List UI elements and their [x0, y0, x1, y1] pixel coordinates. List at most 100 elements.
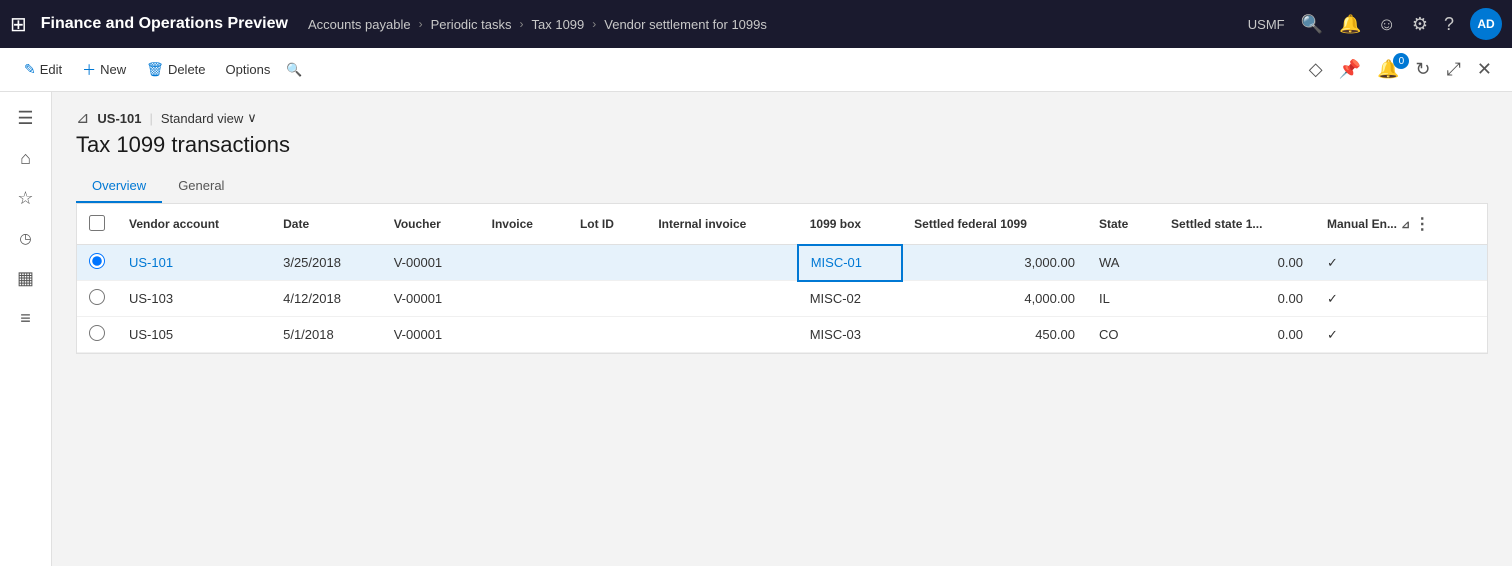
header-checkbox-col	[77, 204, 117, 245]
avatar[interactable]: AD	[1470, 8, 1502, 40]
breadcrumb-periodic-tasks[interactable]: Periodic tasks	[431, 17, 512, 32]
cell-lot_id	[568, 245, 646, 281]
cell-manual_en: ✓	[1315, 245, 1487, 281]
table-header-row: Vendor account Date Voucher Invoice Lot …	[77, 204, 1487, 245]
tabs: Overview General	[76, 170, 1488, 204]
expand-icon[interactable]: ⤢	[1443, 55, 1465, 84]
tab-general[interactable]: General	[162, 170, 240, 203]
edit-label: Edit	[40, 62, 62, 77]
pin-icon[interactable]: 📌	[1335, 55, 1365, 84]
cell-internal_invoice	[646, 281, 797, 317]
new-button[interactable]: ＋ New	[74, 56, 134, 84]
help-icon[interactable]: ?	[1444, 14, 1454, 35]
top-nav-bar: ⊞ Finance and Operations Preview Account…	[0, 0, 1512, 48]
view-name-label: Standard view	[161, 111, 243, 126]
cell-vendor_account[interactable]: US-105	[117, 317, 271, 353]
recent-icon[interactable]: ◷	[6, 220, 46, 256]
search-icon[interactable]: 🔍	[1301, 14, 1323, 35]
favorites-icon[interactable]: ☆	[6, 180, 46, 216]
cell-settled_state: 0.00	[1159, 281, 1315, 317]
col-state: State	[1087, 204, 1159, 245]
edit-button[interactable]: ✎ Edit	[16, 57, 70, 82]
cell-settled_state: 0.00	[1159, 317, 1315, 353]
filter-row: ⊿ US-101 | Standard view ∨	[76, 108, 1488, 128]
breadcrumb-accounts-payable[interactable]: Accounts payable	[308, 17, 411, 32]
col-date: Date	[271, 204, 382, 245]
toolbar: ✎ Edit ＋ New 🗑 Delete Options 🔍 ◇ 📌 🔔 0 …	[0, 48, 1512, 92]
notification-icon[interactable]: 🔔	[1339, 14, 1361, 35]
plus-icon: ＋	[82, 60, 96, 80]
cell-box_1099: MISC-02	[798, 281, 902, 317]
col-1099-box: 1099 box	[798, 204, 902, 245]
page-title: Tax 1099 transactions	[76, 132, 1488, 158]
cell-invoice	[480, 245, 568, 281]
smiley-icon[interactable]: ☺	[1377, 14, 1395, 35]
view-divider: |	[149, 111, 152, 126]
row-radio[interactable]	[89, 325, 105, 341]
options-button[interactable]: Options	[218, 58, 279, 81]
filter-column-icon[interactable]: ⊿	[1401, 218, 1410, 231]
more-column-icon[interactable]: ⋮	[1414, 214, 1430, 234]
waffle-icon[interactable]: ⊞	[10, 12, 27, 37]
edit-icon: ✎	[24, 61, 36, 78]
breadcrumb-sep-1: ›	[419, 17, 423, 31]
cell-box_1099: MISC-03	[798, 317, 902, 353]
table-row[interactable]: US-1013/25/2018V-00001MISC-013,000.00WA0…	[77, 245, 1487, 281]
cell-date: 5/1/2018	[271, 317, 382, 353]
cell-voucher: V-00001	[382, 281, 480, 317]
view-selector[interactable]: Standard view ∨	[161, 110, 257, 126]
cell-voucher: V-00001	[382, 245, 480, 281]
col-internal-invoice: Internal invoice	[646, 204, 797, 245]
cell-date: 4/12/2018	[271, 281, 382, 317]
new-label: New	[100, 62, 126, 77]
org-label: USMF	[1248, 17, 1285, 32]
notification-wrapper[interactable]: 🔔 0	[1373, 59, 1403, 80]
table-body: US-1013/25/2018V-00001MISC-013,000.00WA0…	[77, 245, 1487, 353]
home-icon[interactable]: ⌂	[6, 140, 46, 176]
cell-manual_en: ✓	[1315, 281, 1487, 317]
cell-invoice	[480, 281, 568, 317]
col-manual-en: Manual En... ⊿ ⋮	[1315, 204, 1487, 245]
cell-lot_id	[568, 317, 646, 353]
modules-icon[interactable]: ▦	[6, 260, 46, 296]
delete-button[interactable]: 🗑 Delete	[138, 57, 213, 82]
delete-icon: 🗑	[146, 61, 164, 78]
breadcrumb-tax-1099[interactable]: Tax 1099	[532, 17, 585, 32]
table-row[interactable]: US-1034/12/2018V-00001MISC-024,000.00IL0…	[77, 281, 1487, 317]
select-all-checkbox[interactable]	[89, 215, 105, 231]
breadcrumb-sep-2: ›	[520, 17, 524, 31]
cell-settled_federal: 4,000.00	[902, 281, 1087, 317]
cell-internal_invoice	[646, 245, 797, 281]
cell-settled_state: 0.00	[1159, 245, 1315, 281]
workspaces-icon[interactable]: ≡	[6, 300, 46, 336]
cell-settled_federal: 3,000.00	[902, 245, 1087, 281]
cell-vendor_account[interactable]: US-103	[117, 281, 271, 317]
delete-label: Delete	[168, 62, 206, 77]
col-settled-federal: Settled federal 1099	[902, 204, 1087, 245]
row-radio[interactable]	[89, 289, 105, 305]
table-row[interactable]: US-1055/1/2018V-00001MISC-03450.00CO0.00…	[77, 317, 1487, 353]
main-content: ⊿ US-101 | Standard view ∨ Tax 1099 tran…	[52, 92, 1512, 566]
toolbar-search-icon[interactable]: 🔍	[286, 62, 302, 78]
app-title: Finance and Operations Preview	[41, 15, 288, 33]
hamburger-icon[interactable]: ☰	[6, 100, 46, 136]
view-id: US-101	[97, 111, 141, 126]
bookmark-icon[interactable]: ◇	[1305, 55, 1327, 84]
cell-lot_id	[568, 281, 646, 317]
breadcrumb-sep-3: ›	[592, 17, 596, 31]
settings-icon[interactable]: ⚙	[1412, 14, 1428, 35]
table-container: Vendor account Date Voucher Invoice Lot …	[76, 204, 1488, 354]
chevron-down-icon: ∨	[247, 110, 257, 126]
row-radio[interactable]	[89, 253, 105, 269]
breadcrumb-vendor-settlement[interactable]: Vendor settlement for 1099s	[604, 17, 767, 32]
tab-overview[interactable]: Overview	[76, 170, 162, 203]
cell-manual_en: ✓	[1315, 317, 1487, 353]
cell-vendor_account[interactable]: US-101	[117, 245, 271, 281]
filter-funnel-icon[interactable]: ⊿	[76, 108, 89, 128]
cell-state: WA	[1087, 245, 1159, 281]
refresh-icon[interactable]: ↻	[1411, 55, 1434, 84]
cell-settled_federal: 450.00	[902, 317, 1087, 353]
breadcrumb: Accounts payable › Periodic tasks › Tax …	[308, 17, 767, 32]
cell-state: CO	[1087, 317, 1159, 353]
close-icon[interactable]: ✕	[1473, 55, 1496, 84]
